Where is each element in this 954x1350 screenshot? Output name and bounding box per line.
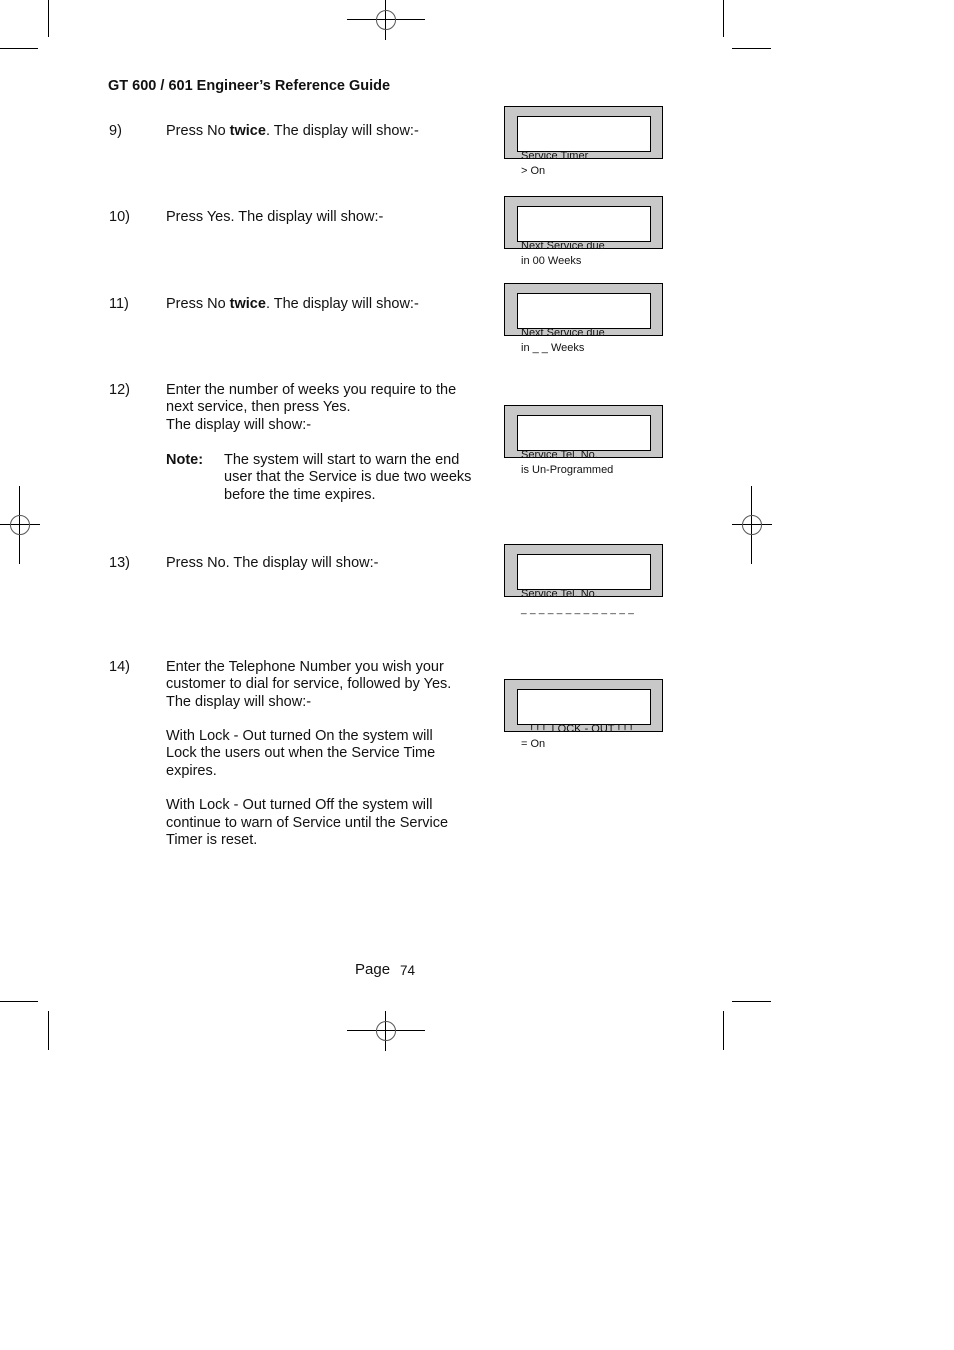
lcd-screen: Service Timer > On: [517, 116, 651, 177]
step-instruction: Enter the number of weeks you require to…: [166, 382, 486, 434]
text-line: Lock the users out when the Service Time: [166, 745, 436, 762]
crop-mark: [723, 0, 724, 37]
page-number: 74: [400, 963, 416, 978]
lcd-line: = On: [521, 738, 546, 750]
note-label: Note:: [166, 452, 204, 468]
text-line: expires.: [166, 762, 217, 779]
text-line: The display will show:-: [166, 693, 312, 710]
lcd-line: is Un-Programmed: [521, 464, 614, 476]
step-instruction: Press No. The display will show:-: [166, 555, 379, 571]
lcd-display: Next Service due in _ _ Weeks: [504, 283, 663, 354]
step-instruction: Press No twice. The display will show:-: [166, 296, 419, 312]
crop-mark: [732, 48, 771, 49]
crop-mark: [0, 1001, 38, 1002]
lcd-line: Service Tel. No.: [521, 449, 598, 461]
lcd-screen: Service Tel. No. is Un-Programmed: [517, 415, 651, 476]
step-number: 12): [109, 382, 130, 398]
step-instruction: Enter the Telephone Number you wish your…: [166, 659, 486, 849]
step-number: 9): [109, 123, 122, 139]
text-line: next service, then press Yes.: [166, 399, 351, 416]
step-instruction: Press No twice. The display will show:-: [166, 123, 419, 139]
lcd-line: Next Service due: [521, 327, 605, 339]
lcd-line: Service Tel. No.: [521, 588, 598, 600]
step-number: 11): [109, 296, 129, 312]
text-line: With Lock - Out turned On the system wil…: [166, 728, 433, 745]
lcd-screen: ! ! ! LOCK - OUT ! ! ! = On: [517, 689, 651, 750]
lcd-display: Service Timer > On: [504, 106, 663, 177]
document-title: GT 600 / 601 Engineer’s Reference Guide: [108, 78, 391, 94]
crop-mark: [48, 1011, 49, 1050]
page-label: Page: [355, 961, 391, 978]
crop-mark: [723, 1011, 724, 1050]
text-line: customer to dial for service, followed b…: [166, 676, 452, 693]
lcd-line: _ _ _ _ _ _ _ _ _ _ _ _ _: [521, 604, 635, 615]
lcd-screen: Next Service due in 00 Weeks: [517, 206, 651, 267]
lcd-screen: Next Service due in _ _ Weeks: [517, 293, 651, 354]
text-line: With Lock - Out turned Off the system wi…: [166, 797, 433, 814]
crop-mark: [48, 0, 49, 37]
lcd-display: Service Tel. No. _ _ _ _ _ _ _ _ _ _ _ _ …: [504, 544, 663, 615]
text-line: Enter the number of weeks you require to…: [166, 382, 457, 398]
lcd-display: ! ! ! LOCK - OUT ! ! ! = On: [504, 679, 663, 750]
step-instruction: Press Yes. The display will show:-: [166, 209, 384, 225]
crop-mark: [732, 1001, 771, 1002]
text-line: Enter the Telephone Number you wish your: [166, 659, 444, 675]
step-number: 13): [109, 555, 130, 571]
note-text: The system will start to warn the end us…: [224, 452, 484, 504]
registration-mark-icon: [347, 1011, 425, 1051]
lcd-line: Service Timer: [521, 150, 589, 162]
registration-mark-icon: [347, 0, 425, 40]
lcd-line: ! ! ! LOCK - OUT ! ! !: [521, 723, 633, 735]
text-line: Timer is reset.: [166, 831, 258, 848]
text-line: user that the Service is due two weeks: [224, 469, 472, 486]
registration-mark-icon: [732, 486, 772, 564]
lcd-line: in 00 Weeks: [521, 255, 582, 267]
lcd-display: Service Tel. No. is Un-Programmed: [504, 405, 663, 476]
lcd-line: > On: [521, 165, 546, 177]
lcd-screen: Service Tel. No. _ _ _ _ _ _ _ _ _ _ _ _ …: [517, 554, 651, 615]
lcd-line: in _ _ Weeks: [521, 342, 585, 354]
registration-mark-icon: [0, 486, 40, 564]
step-number: 10): [109, 209, 130, 225]
crop-mark: [0, 48, 38, 49]
lcd-display: Next Service due in 00 Weeks: [504, 196, 663, 267]
step-number: 14): [109, 659, 130, 675]
text-line: before the time expires.: [224, 486, 376, 503]
text-line: The system will start to warn the end: [224, 452, 460, 468]
text-line: The display will show:-: [166, 416, 312, 433]
text-line: continue to warn of Service until the Se…: [166, 814, 449, 831]
lcd-line: Next Service due: [521, 240, 605, 252]
